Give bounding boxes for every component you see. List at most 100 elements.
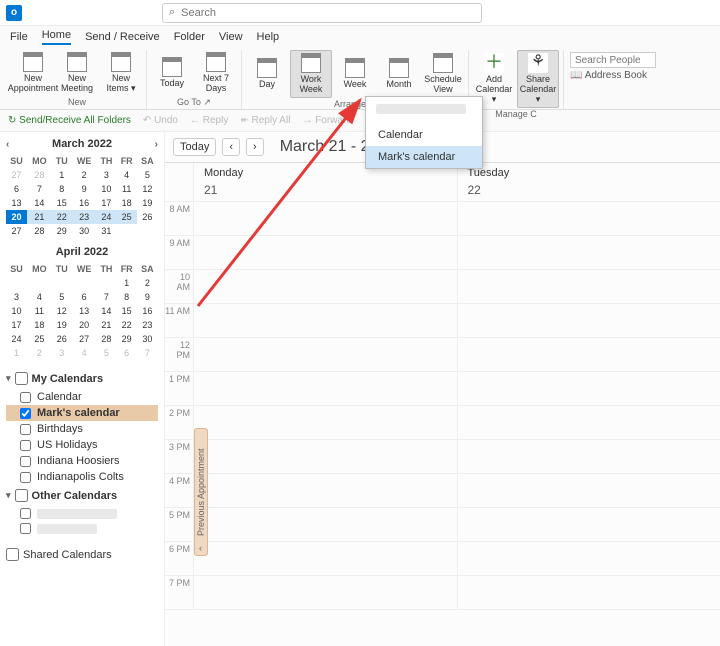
mini-cal-day[interactable]: 9 <box>72 182 96 196</box>
mini-cal-day[interactable]: 4 <box>72 346 96 360</box>
time-cell[interactable] <box>193 440 457 473</box>
other-cal-redacted-2[interactable] <box>6 521 158 536</box>
mini-cal-day[interactable]: 5 <box>137 168 158 182</box>
search-people-input[interactable] <box>570 52 656 68</box>
mini-cal-day[interactable]: 30 <box>137 332 158 346</box>
time-cell[interactable] <box>457 236 720 269</box>
mini-cal-day[interactable]: 7 <box>137 346 158 360</box>
menu-file[interactable]: File <box>10 31 28 43</box>
previous-appointment-button[interactable]: Previous Appointment <box>194 428 208 556</box>
mini-cal-day[interactable]: 23 <box>72 210 96 224</box>
mini-cal-grid[interactable]: SUMOTUWETHFRSA27281234567891011121314151… <box>6 154 158 238</box>
time-cell[interactable] <box>457 202 720 235</box>
menu-folder[interactable]: Folder <box>174 31 205 43</box>
search-input[interactable] <box>181 7 475 19</box>
mini-cal-day[interactable]: 8 <box>52 182 72 196</box>
mini-cal-day[interactable] <box>6 276 27 290</box>
mini-cal-day[interactable]: 17 <box>96 196 116 210</box>
time-cell[interactable] <box>457 508 720 541</box>
menu-sendreceive[interactable]: Send / Receive <box>85 31 160 43</box>
mini-cal-day[interactable]: 28 <box>27 168 51 182</box>
dropdown-item-marks-calendar[interactable]: Mark's calendar <box>366 146 482 168</box>
time-cell[interactable] <box>457 474 720 507</box>
menu-home[interactable]: Home <box>42 29 71 45</box>
mini-cal-day[interactable]: 15 <box>117 304 137 318</box>
time-cell[interactable] <box>193 474 457 507</box>
mini-cal-day[interactable]: 3 <box>96 168 116 182</box>
mini-cal-day[interactable]: 2 <box>27 346 51 360</box>
today-nav-button[interactable]: Today <box>173 138 216 156</box>
time-cell[interactable] <box>457 440 720 473</box>
mini-cal-day[interactable]: 13 <box>72 304 96 318</box>
my-calendars-checkbox[interactable] <box>15 372 28 385</box>
mini-cal-day[interactable]: 15 <box>52 196 72 210</box>
shared-calendars-checkbox[interactable] <box>6 548 19 561</box>
time-cell[interactable] <box>193 372 457 405</box>
mini-cal-day[interactable]: 24 <box>6 332 27 346</box>
time-cell[interactable] <box>457 338 720 371</box>
mini-cal-day[interactable]: 4 <box>117 168 137 182</box>
shared-calendars-group[interactable]: Shared Calendars <box>6 544 158 565</box>
month-button[interactable]: Month <box>378 50 420 98</box>
mini-cal-day[interactable]: 3 <box>6 290 27 304</box>
other-calendars-group[interactable]: ▾Other Calendars <box>6 485 158 506</box>
mini-cal-day[interactable] <box>27 276 51 290</box>
mini-cal-day[interactable]: 5 <box>52 290 72 304</box>
workweek-button[interactable]: Work Week <box>290 50 332 98</box>
mini-cal-day[interactable]: 16 <box>72 196 96 210</box>
mini-cal-day[interactable]: 24 <box>96 210 116 224</box>
time-cell[interactable] <box>193 508 457 541</box>
my-calendars-group[interactable]: ▾My Calendars <box>6 368 158 389</box>
mini-cal-day[interactable]: 20 <box>72 318 96 332</box>
mini-cal-day[interactable]: 1 <box>52 168 72 182</box>
time-cell[interactable] <box>193 542 457 575</box>
mini-cal-day[interactable]: 30 <box>72 224 96 238</box>
next-week-button[interactable]: › <box>246 138 264 156</box>
mini-cal-day[interactable]: 27 <box>6 168 27 182</box>
undo-button[interactable]: ↶ Undo <box>143 115 178 126</box>
mini-cal-day[interactable]: 2 <box>137 276 158 290</box>
reply-all-button[interactable]: ↞ Reply All <box>240 115 290 126</box>
dropdown-item-redacted[interactable] <box>366 97 482 124</box>
mini-cal-day[interactable]: 28 <box>96 332 116 346</box>
mini-cal-grid-2[interactable]: SUMOTUWETHFRSA12345678910111213141516171… <box>6 262 158 360</box>
time-cell[interactable] <box>193 270 457 303</box>
reply-button[interactable]: ← Reply <box>190 115 228 126</box>
mini-cal-day[interactable]: 12 <box>52 304 72 318</box>
mini-cal-day[interactable]: 25 <box>117 210 137 224</box>
mini-cal-day[interactable]: 27 <box>6 224 27 238</box>
mini-cal-day[interactable]: 13 <box>6 196 27 210</box>
mini-cal-day[interactable]: 8 <box>117 290 137 304</box>
mini-cal-day[interactable]: 18 <box>27 318 51 332</box>
calendar-item[interactable]: Indianapolis Colts <box>6 469 158 485</box>
mini-cal-day[interactable] <box>137 224 158 238</box>
calendar-item[interactable]: Indiana Hoosiers <box>6 453 158 469</box>
mini-cal-day[interactable]: 19 <box>52 318 72 332</box>
mini-cal-day[interactable]: 29 <box>52 224 72 238</box>
mini-cal-day[interactable]: 4 <box>27 290 51 304</box>
mini-cal-day[interactable]: 14 <box>27 196 51 210</box>
day-button[interactable]: Day <box>246 50 288 98</box>
address-book-button[interactable]: 📖 Address Book <box>570 70 656 81</box>
mini-cal-day[interactable]: 10 <box>6 304 27 318</box>
mini-cal-day[interactable]: 26 <box>52 332 72 346</box>
scheduleview-button[interactable]: Schedule View <box>422 50 464 98</box>
time-cell[interactable] <box>193 576 457 609</box>
mini-cal-day[interactable]: 5 <box>96 346 116 360</box>
mini-cal-day[interactable]: 7 <box>27 182 51 196</box>
dropdown-item-calendar[interactable]: Calendar <box>366 124 482 146</box>
mini-cal-day[interactable]: 11 <box>117 182 137 196</box>
time-cell[interactable] <box>457 542 720 575</box>
time-cell[interactable] <box>193 236 457 269</box>
mini-cal-day[interactable]: 28 <box>27 224 51 238</box>
mini-cal-day[interactable] <box>117 224 137 238</box>
mini-cal-day[interactable]: 3 <box>52 346 72 360</box>
search-box[interactable]: ⌕ <box>162 3 482 23</box>
share-calendar-button[interactable]: ⚘Share Calendar ▾ <box>517 50 559 108</box>
time-grid[interactable]: Previous Appointment 8 AM9 AM10 AM11 AM1… <box>165 202 720 646</box>
send-receive-all-button[interactable]: ↻ Send/Receive All Folders <box>8 115 131 126</box>
mini-cal-day[interactable] <box>52 276 72 290</box>
time-cell[interactable] <box>457 576 720 609</box>
mini-cal-day[interactable]: 12 <box>137 182 158 196</box>
mini-cal-day[interactable]: 26 <box>137 210 158 224</box>
